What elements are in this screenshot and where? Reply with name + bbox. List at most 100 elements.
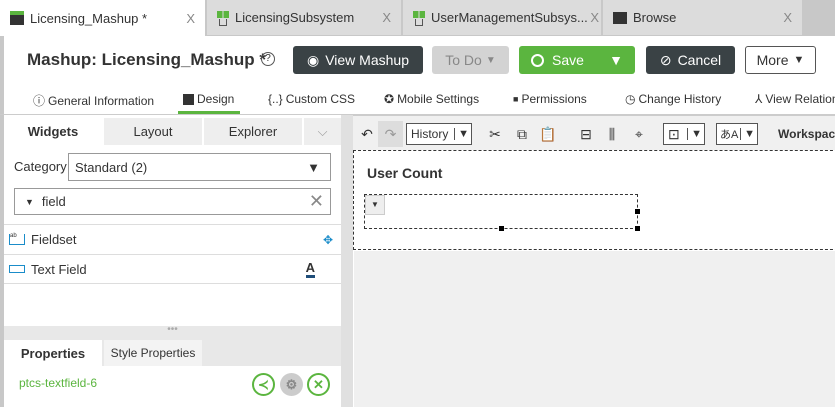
gear-icon[interactable]: ⚙ bbox=[280, 373, 303, 396]
nav-general-information[interactable]: ⓘ General Information bbox=[33, 92, 154, 109]
widget-item-fieldset[interactable]: ab Fieldset ✥ bbox=[4, 224, 341, 254]
close-icon[interactable]: X bbox=[382, 10, 391, 25]
caret-down-icon: ▼ bbox=[485, 54, 496, 66]
nav-label: General Information bbox=[48, 93, 155, 108]
clear-icon[interactable]: ✕ bbox=[309, 191, 324, 212]
copy-icon[interactable]: ⧉ bbox=[513, 123, 531, 145]
nav-label: Design bbox=[197, 92, 235, 106]
view-mashup-button[interactable]: ◉ View Mashup bbox=[293, 46, 423, 74]
help-icon[interactable]: ? bbox=[261, 52, 275, 66]
panel-resize-handle[interactable]: ••• bbox=[4, 325, 341, 340]
nav-custom-css[interactable]: {..} Custom CSS bbox=[268, 92, 355, 106]
resize-handle[interactable] bbox=[635, 226, 640, 231]
lock-icon: ■ bbox=[513, 94, 519, 104]
cut-icon[interactable]: ✂ bbox=[486, 123, 504, 145]
filter-value: field bbox=[41, 194, 66, 209]
tab-bar: Licensing_Mashup * X LicensingSubsystem X … bbox=[0, 0, 835, 36]
button-label: Cancel bbox=[677, 52, 722, 68]
tab-licensing-mashup[interactable]: Licensing_Mashup * X bbox=[0, 0, 205, 36]
widget-label: Fieldset bbox=[31, 232, 77, 247]
share-binding-icon[interactable]: ≺ bbox=[252, 373, 275, 396]
equal-width-icon[interactable]: ⫼ bbox=[603, 123, 621, 145]
close-icon[interactable]: X bbox=[783, 10, 792, 25]
tab-style-properties[interactable]: Style Properties bbox=[104, 340, 202, 366]
history-dropdown[interactable]: History ▼ bbox=[406, 123, 472, 145]
tab-widgets[interactable]: Widgets bbox=[4, 118, 102, 145]
widget-label: Text Field bbox=[31, 261, 87, 277]
tab-explorer[interactable]: Explorer bbox=[204, 118, 302, 145]
tab-user-management-subsystem[interactable]: UserManagementSubsys... X bbox=[403, 0, 601, 35]
localization-dropdown[interactable]: あA ▼ bbox=[716, 123, 758, 145]
nav-label: Custom CSS bbox=[285, 92, 356, 106]
tab-browse[interactable]: Browse X bbox=[603, 0, 802, 35]
tab-properties[interactable]: Properties bbox=[4, 340, 102, 366]
undo-icon[interactable]: ↶ bbox=[358, 123, 376, 145]
remove-icon[interactable]: ✕ bbox=[307, 373, 330, 396]
resize-handle[interactable] bbox=[635, 209, 640, 214]
subsystem-icon bbox=[413, 10, 425, 26]
info-icon: ⓘ bbox=[33, 94, 46, 108]
widget-filter-input[interactable]: ▼ field ✕ bbox=[14, 188, 331, 215]
mashup-canvas[interactable]: User Count ▼ bbox=[353, 150, 835, 250]
category-select[interactable]: Standard (2) ▼ bbox=[68, 153, 331, 181]
text-field-icon bbox=[9, 265, 25, 273]
nav-permissions[interactable]: ■ Permissions bbox=[513, 92, 587, 106]
button-label: Save bbox=[552, 52, 584, 68]
redo-icon[interactable]: ↷ bbox=[378, 121, 403, 147]
more-button[interactable]: More ▼ bbox=[745, 46, 816, 74]
css-icon: {..} bbox=[268, 92, 283, 106]
design-toolbar: ↶ ↷ History ▼ ✂ ⧉ 📋 ⊟ ⫼ ⌖ ⊡ ▼ あA ▼ Workspac… bbox=[353, 115, 835, 150]
gear-icon: ✪ bbox=[384, 92, 395, 106]
layout-dropdown[interactable]: ⊡ ▼ bbox=[663, 123, 705, 145]
text-field-widget[interactable]: ▼ bbox=[364, 194, 640, 231]
button-label: View Mashup bbox=[325, 52, 409, 68]
caret-down-icon: ▼ bbox=[307, 159, 320, 175]
button-label: More bbox=[756, 52, 789, 68]
filter-icon: ▼ bbox=[25, 196, 34, 207]
design-icon bbox=[183, 93, 194, 105]
tab-licensing-subsystem[interactable]: LicensingSubsystem X bbox=[207, 0, 401, 35]
tab-label: Browse bbox=[633, 10, 677, 25]
nav-change-history[interactable]: ◷ Change History bbox=[625, 92, 721, 106]
nav-view-relationships[interactable]: ⅄View Relationships bbox=[755, 92, 835, 106]
clock-icon: ◷ bbox=[625, 92, 636, 106]
circle-icon bbox=[531, 53, 544, 67]
drag-move-icon[interactable]: ✥ bbox=[323, 233, 333, 247]
save-options-caret-icon[interactable]: ▼ bbox=[609, 52, 623, 68]
properties-tabs: Properties Style Properties bbox=[4, 340, 341, 366]
mashup-icon bbox=[10, 11, 24, 25]
nav-label: Mobile Settings bbox=[397, 92, 480, 106]
relationship-icon: ⅄ bbox=[755, 92, 763, 106]
fieldset-icon: ab bbox=[9, 233, 25, 245]
widget-item-text-field[interactable]: Text Field A bbox=[4, 254, 341, 284]
nav-label: Change History bbox=[638, 92, 722, 106]
collapse-chevron-icon[interactable]: ⌵ bbox=[304, 118, 341, 145]
page-title: Mashup: Licensing_Mashup * bbox=[27, 50, 266, 69]
category-value: Standard (2) bbox=[75, 159, 148, 175]
widget-id: ptcs-textfield-6 bbox=[19, 376, 98, 390]
nav-design[interactable]: Design bbox=[183, 92, 234, 106]
subsystem-icon bbox=[217, 10, 229, 26]
todo-button[interactable]: To Do ▼ bbox=[432, 46, 509, 74]
resize-handle[interactable] bbox=[499, 226, 504, 231]
nav-label: Permissions bbox=[521, 92, 587, 106]
panel-splitter[interactable] bbox=[341, 115, 353, 407]
nav-mobile-settings[interactable]: ✪ Mobile Settings bbox=[384, 92, 479, 106]
widget-menu-caret-icon[interactable]: ▼ bbox=[365, 195, 385, 215]
close-icon[interactable]: X bbox=[186, 11, 195, 26]
save-button[interactable]: Save ▼ bbox=[519, 46, 635, 74]
canvas-label-user-count: User Count bbox=[367, 165, 443, 181]
caret-down-icon: ▼ bbox=[687, 128, 702, 140]
center-icon[interactable]: ⌖ bbox=[630, 123, 648, 145]
caret-down-icon: ▼ bbox=[793, 54, 805, 66]
button-label: To Do bbox=[445, 52, 482, 68]
cancel-button[interactable]: ⊘ Cancel bbox=[646, 46, 735, 74]
eye-icon: ◉ bbox=[306, 51, 320, 68]
equal-height-icon[interactable]: ⊟ bbox=[577, 123, 595, 145]
paste-icon[interactable]: 📋 bbox=[539, 123, 557, 145]
tab-layout[interactable]: Layout bbox=[104, 118, 202, 145]
layout-icon: ⊡ bbox=[668, 125, 680, 142]
text-style-icon: A bbox=[305, 260, 315, 278]
close-icon[interactable]: X bbox=[590, 10, 599, 25]
